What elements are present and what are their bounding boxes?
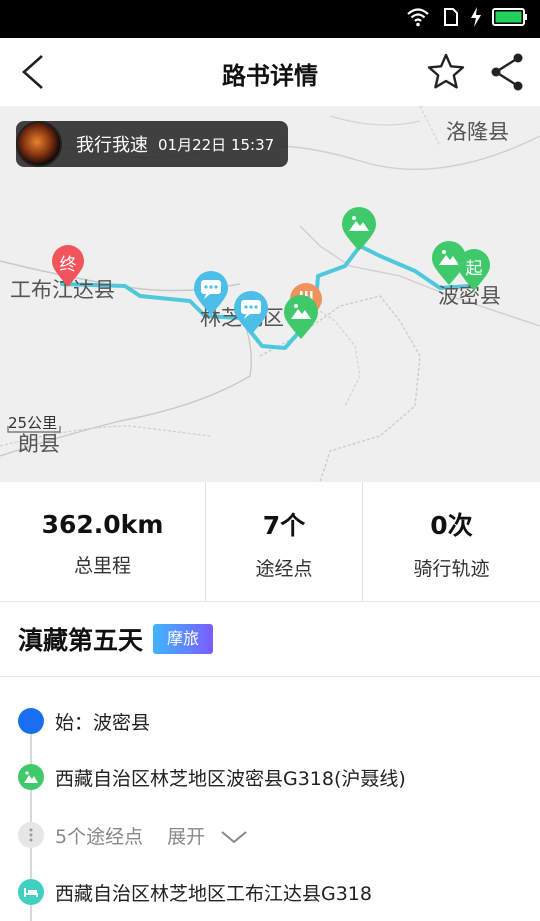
expand-button[interactable]: 展开	[167, 826, 205, 848]
stat-tracks-value: 0次	[430, 511, 473, 540]
list-item-text: 始：波密县	[55, 711, 151, 734]
favorite-button[interactable]	[426, 52, 466, 92]
more-dots-icon	[18, 822, 44, 848]
stat-tracks[interactable]: 0次 骑行轨迹	[362, 482, 540, 601]
user-chip[interactable]: 我行我速 01月22日 15:37	[16, 121, 288, 167]
map-scale: 25公里	[8, 414, 58, 432]
start-marker-label: 起	[465, 259, 483, 279]
stat-waypoints: 7个 途经点	[205, 482, 362, 601]
list-item-text: 西藏自治区林芝地区波密县G318(沪聂线)	[55, 767, 406, 790]
wifi-icon	[406, 7, 430, 31]
stat-waypoints-value: 7个	[262, 511, 306, 540]
route-map[interactable]: 洛隆县 工布江达县 林芝地区 波密县 朗县 25公里 终 起 我行我速 01月2…	[0, 106, 540, 482]
collapsed-count: 5个途经点 展开	[55, 822, 249, 849]
battery-icon	[492, 7, 528, 31]
scenic-icon	[18, 764, 44, 790]
stat-distance: 362.0km 总里程	[0, 482, 205, 601]
chevron-down-icon[interactable]	[219, 829, 249, 845]
list-item-text: 西藏自治区林芝地区工布江达县G318	[55, 882, 372, 905]
charging-icon	[470, 7, 482, 31]
start-dot-icon	[18, 708, 44, 734]
route-title: 滇藏第五天	[18, 626, 144, 655]
sim-icon	[440, 7, 460, 31]
route-type-badge: 摩旅	[153, 624, 214, 654]
list-item-waypoint[interactable]: 西藏自治区林芝地区波密县G318(沪聂线)	[0, 752, 540, 802]
collapsed-count-text: 5个途经点	[55, 825, 144, 848]
stat-distance-value: 362.0km	[41, 509, 164, 539]
avatar[interactable]	[16, 121, 62, 167]
hotel-icon	[18, 879, 44, 905]
list-item-start[interactable]: 始：波密县	[0, 696, 540, 746]
stat-waypoints-label: 途经点	[255, 558, 313, 580]
user-time: 01月22日 15:37	[158, 135, 275, 154]
stat-distance-label: 总里程	[73, 554, 131, 577]
end-marker-label: 终	[59, 255, 77, 275]
share-icon	[491, 53, 523, 91]
stats-panel: 362.0km 总里程 7个 途经点 0次 骑行轨迹	[0, 482, 540, 602]
nav-bar: 路书详情	[0, 38, 540, 106]
route-header: 滇藏第五天 摩旅	[0, 602, 540, 677]
status-bar	[0, 0, 540, 38]
map-label-luolong: 洛隆县	[446, 120, 509, 144]
list-item-collapsed[interactable]: 5个途经点 展开	[0, 810, 540, 860]
stat-tracks-label: 骑行轨迹	[413, 558, 490, 580]
user-name: 我行我速	[76, 135, 148, 156]
share-button[interactable]	[488, 52, 528, 92]
route-points-list: 始：波密县 西藏自治区林芝地区波密县G318(沪聂线) 5个途经点 展开 西藏自治…	[0, 677, 540, 921]
star-icon	[427, 53, 465, 89]
